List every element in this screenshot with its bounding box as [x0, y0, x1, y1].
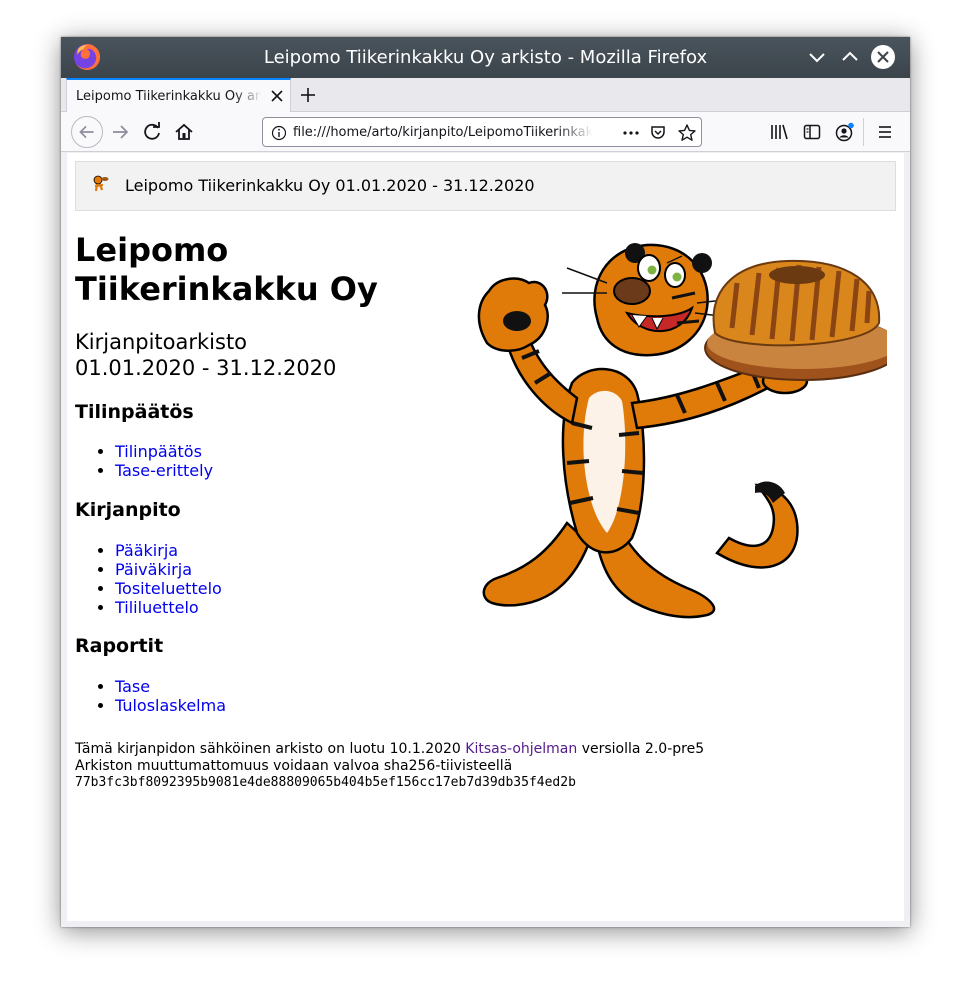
company-name-line2: Tiikerinkakku Oy [75, 270, 378, 308]
close-tab-icon[interactable] [270, 89, 284, 103]
toolbar-separator [863, 118, 864, 146]
list-item: Tase-erittely [115, 461, 213, 480]
link-tase-erittely[interactable]: Tase-erittely [115, 461, 213, 480]
url-text[interactable]: file:///home/arto/kirjanpito/LeipomoTiik… [293, 125, 593, 140]
new-tab-icon[interactable] [298, 85, 318, 105]
heading-kirjanpito: Kirjanpito [75, 499, 181, 521]
list-item: Tase [115, 677, 226, 696]
list-item: Tilinpäätös [115, 442, 213, 461]
url-bar[interactable]: file:///home/arto/kirjanpito/LeipomoTiik… [262, 117, 702, 147]
forward-icon[interactable] [105, 116, 137, 148]
browser-window: Leipomo Tiikerinkakku Oy arkisto - Mozil… [61, 37, 910, 927]
list-item: Päiväkirja [115, 560, 222, 579]
link-paakirja[interactable]: Pääkirja [115, 541, 178, 560]
library-icon[interactable] [769, 122, 789, 142]
company-name: Leipomo Tiikerinkakku Oy [75, 231, 475, 309]
archive-subtitle-line1: Kirjanpitoarkisto [75, 330, 248, 354]
footer-line1: Tämä kirjanpidon sähköinen arkisto on lu… [75, 741, 704, 758]
footer: Tämä kirjanpidon sähköinen arkisto on lu… [75, 741, 704, 791]
sha256-hash: 77b3fc3bf8092395b9081e4de88809065b404b5e… [75, 775, 576, 790]
list-item: Tositeluettelo [115, 579, 222, 598]
pocket-icon[interactable] [649, 124, 667, 142]
home-icon[interactable] [168, 116, 200, 148]
more-actions-icon[interactable] [621, 124, 641, 142]
list-tilinpaatos: Tilinpäätös Tase-erittely [115, 442, 213, 480]
window-title: Leipomo Tiikerinkakku Oy arkisto - Mozil… [263, 47, 708, 68]
footer-version-text: versiolla 2.0-pre5 [581, 741, 705, 757]
tiger-logo-icon [93, 175, 109, 192]
tiger-mascot-illustration [477, 243, 887, 619]
company-name-line1: Leipomo [75, 231, 229, 269]
tab-label: Leipomo Tiikerinkakku Oy arkisto [76, 89, 262, 104]
tab-bar: Leipomo Tiikerinkakku Oy arkisto [61, 78, 910, 112]
archive-subtitle-line2: 01.01.2020 - 31.12.2020 [75, 356, 337, 380]
footer-created-text: Tämä kirjanpidon sähköinen arkisto on lu… [75, 741, 461, 757]
archive-subtitle: Kirjanpitoarkisto 01.01.2020 - 31.12.202… [75, 329, 336, 381]
navigation-toolbar: file:///home/arto/kirjanpito/LeipomoTiik… [61, 112, 910, 152]
sidebar-icon[interactable] [802, 122, 822, 142]
list-raportit: Tase Tuloslaskelma [115, 677, 226, 715]
page-header: Leipomo Tiikerinkakku Oy 01.01.2020 - 31… [75, 161, 896, 211]
minimize-icon[interactable] [804, 44, 830, 70]
bookmark-star-icon[interactable] [677, 123, 697, 143]
link-tilinpaatos[interactable]: Tilinpäätös [115, 442, 202, 461]
close-window-icon[interactable] [870, 44, 896, 70]
back-icon[interactable] [71, 116, 103, 148]
page-header-title: Leipomo Tiikerinkakku Oy 01.01.2020 - 31… [125, 176, 535, 195]
link-tuloslaskelma[interactable]: Tuloslaskelma [115, 696, 226, 715]
link-tositeluettelo[interactable]: Tositeluettelo [115, 579, 222, 598]
list-item: Tuloslaskelma [115, 696, 226, 715]
account-icon[interactable] [834, 121, 856, 143]
tab-active[interactable]: Leipomo Tiikerinkakku Oy arkisto [66, 78, 291, 112]
title-bar: Leipomo Tiikerinkakku Oy arkisto - Mozil… [61, 37, 910, 78]
link-kitsas[interactable]: Kitsas-ohjelman [465, 741, 577, 757]
link-tililuettelo[interactable]: Tililuettelo [115, 598, 199, 617]
link-paivakirja[interactable]: Päiväkirja [115, 560, 192, 579]
reload-icon[interactable] [137, 116, 169, 148]
list-item: Pääkirja [115, 541, 222, 560]
list-kirjanpito: Pääkirja Päiväkirja Tositeluettelo Tilil… [115, 541, 222, 617]
heading-tilinpaatos: Tilinpäätös [75, 401, 194, 423]
list-item: Tililuettelo [115, 598, 222, 617]
footer-line2: Arkiston muuttumattomuus voidaan valvoa … [75, 758, 513, 774]
link-tase[interactable]: Tase [115, 677, 150, 696]
heading-raportit: Raportit [75, 635, 164, 657]
maximize-icon[interactable] [837, 44, 863, 70]
info-icon[interactable] [271, 125, 287, 141]
hamburger-menu-icon[interactable] [875, 122, 895, 142]
page-content: Leipomo Tiikerinkakku Oy 01.01.2020 - 31… [67, 153, 904, 921]
